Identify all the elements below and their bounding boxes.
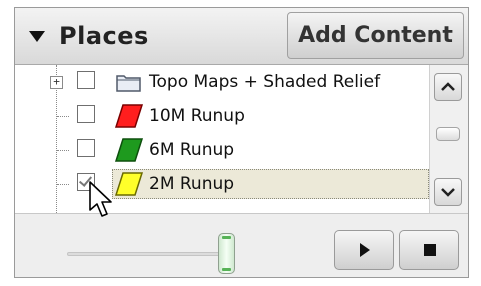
polygon-icon [114,172,144,196]
folder-icon [116,75,141,92]
tree-item-topo-maps[interactable]: + Topo Maps + Shaded Relief [15,65,429,99]
places-tree: + Topo Maps + Shaded Relief 10M Runup 6M… [15,65,429,213]
stop-button[interactable] [399,230,459,270]
places-collapse-toggle[interactable]: Places [23,18,149,54]
opacity-slider-thumb[interactable] [218,233,235,274]
tree-item-checkbox[interactable] [77,139,95,157]
scroll-thumb[interactable] [436,127,460,141]
scroll-down-button[interactable] [434,178,462,206]
chevron-down-icon [441,188,455,197]
tree-item-label: 6M Runup [149,140,235,160]
tree-item-label: 10M Runup [149,106,245,126]
polygon-icon [114,138,144,162]
tree-item-checkbox[interactable] [77,173,95,191]
triangle-down-icon[interactable] [29,30,45,42]
panel-header: Places Add Content [15,8,468,65]
scroll-up-button[interactable] [434,73,462,101]
play-button[interactable] [334,230,394,270]
polygon-icon [114,104,144,128]
places-panel: Places Add Content + Topo Maps + Shaded … [14,7,469,278]
chevron-up-icon [441,82,455,91]
tree-item-label: 2M Runup [149,174,235,194]
stop-icon [424,244,436,256]
playback-bar [15,213,468,277]
tree-item-checkbox[interactable] [77,71,95,89]
tree-item-label: Topo Maps + Shaded Relief [149,72,381,92]
add-content-button[interactable]: Add Content [287,12,464,59]
panel-title: Places [59,22,149,50]
tree-item-10m-runup[interactable]: 10M Runup [15,99,429,133]
tree-guide-branch [57,150,69,151]
play-icon [360,243,370,257]
tree-item-6m-runup[interactable]: 6M Runup [15,133,429,167]
tree-item-checkbox[interactable] [77,105,95,123]
tree-scrollbar[interactable] [429,65,468,213]
tree-guide-branch [57,116,69,117]
expand-plus-icon[interactable]: + [50,76,63,89]
opacity-slider-track[interactable] [67,252,227,256]
tree-item-2m-runup[interactable]: 2M Runup [15,167,429,201]
tree-guide-branch [57,184,69,185]
